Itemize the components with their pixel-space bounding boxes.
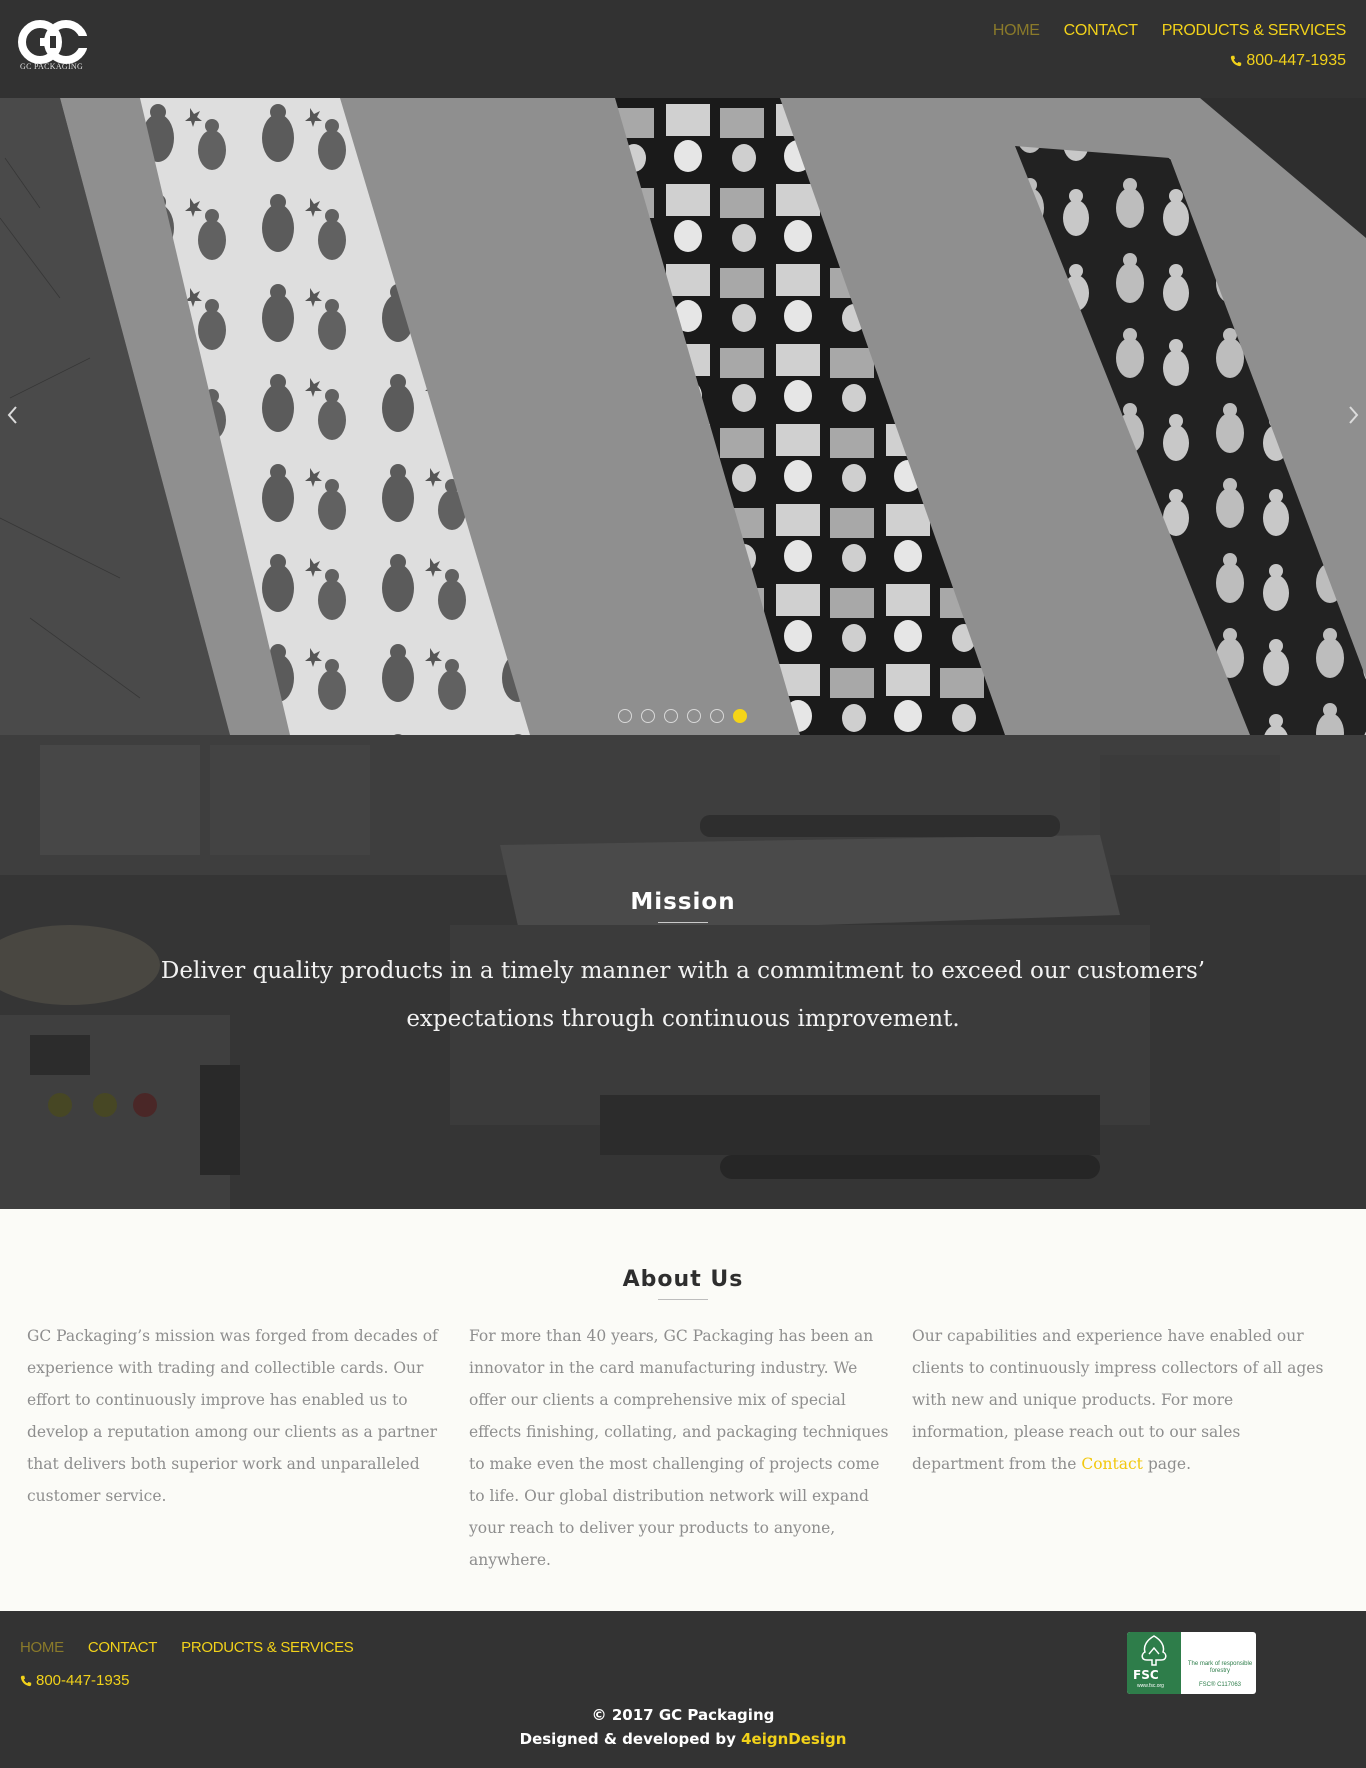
- designer-credit-prefix: Designed & developed by: [519, 1730, 742, 1748]
- designer-credit: Designed & developed by 4eignDesign: [0, 1730, 1366, 1748]
- logo-wordmark: GC PACKAGING: [20, 62, 84, 71]
- site-header: GC PACKAGING HOME CONTACT PRODUCTS & SER…: [0, 0, 1366, 98]
- header-phone-link[interactable]: 800-447-1935: [1230, 52, 1346, 70]
- footer-nav-products-services[interactable]: PRODUCTS & SERVICES: [181, 1639, 354, 1656]
- mission-statement: Deliver quality products in a timely man…: [160, 958, 1206, 1032]
- mission-heading: Mission: [630, 889, 736, 915]
- copyright-text: © 2017 GC Packaging: [591, 1706, 775, 1724]
- about-column-2: For more than 40 years, GC Packaging has…: [469, 1327, 889, 1569]
- nav-contact[interactable]: CONTACT: [1064, 22, 1138, 40]
- slider-dot-3[interactable]: [664, 709, 678, 723]
- fsc-tree-icon: [1141, 1635, 1167, 1666]
- about-column-3-text: Our capabilities and experience have ena…: [912, 1327, 1324, 1473]
- footer-nav: HOME CONTACT PRODUCTS & SERVICES: [20, 1639, 354, 1656]
- chevron-left-icon[interactable]: [2, 398, 22, 432]
- slider-dot-2[interactable]: [641, 709, 655, 723]
- phone-icon: [20, 1675, 32, 1686]
- nav-home[interactable]: HOME: [993, 22, 1040, 40]
- designer-credit-link[interactable]: 4eignDesign: [741, 1730, 846, 1748]
- slider-dot-1[interactable]: [618, 709, 632, 723]
- slider-dot-6[interactable]: [733, 709, 747, 723]
- chevron-right-icon[interactable]: [1344, 398, 1364, 432]
- about-heading: About Us: [622, 1267, 744, 1292]
- fsc-tagline: The mark of responsible forestry: [1187, 1661, 1253, 1674]
- fsc-logo-panel: FSC www.fsc.org: [1127, 1632, 1181, 1694]
- header-phone-number: 800-447-1935: [1246, 52, 1346, 69]
- main-nav: HOME CONTACT PRODUCTS & SERVICES: [993, 22, 1346, 40]
- phone-icon: [1231, 55, 1242, 67]
- mission-heading-underline: [658, 922, 708, 923]
- fsc-license-code: FSC® C117063: [1199, 1682, 1241, 1688]
- about-column-3-tail: page.: [1142, 1455, 1192, 1473]
- about-column-1: GC Packaging’s mission was forged from d…: [27, 1327, 438, 1505]
- footer-phone-number: 800-447-1935: [36, 1672, 130, 1689]
- footer-phone-link[interactable]: 800-447-1935: [20, 1672, 129, 1689]
- slider-dot-5[interactable]: [710, 709, 724, 723]
- about-column-3: Our capabilities and experience have ena…: [912, 1320, 1332, 1480]
- slider-dots: [618, 709, 747, 723]
- about-section: About Us GC Packaging’s mission was forg…: [0, 1209, 1366, 1611]
- about-contact-link[interactable]: Contact: [1081, 1455, 1143, 1473]
- site-footer: HOME CONTACT PRODUCTS & SERVICES 800-447…: [0, 1611, 1366, 1768]
- footer-nav-home[interactable]: HOME: [20, 1639, 64, 1656]
- slider-dot-4[interactable]: [687, 709, 701, 723]
- about-heading-underline: [658, 1299, 708, 1300]
- hero-slide-image: [0, 98, 1366, 735]
- fsc-logo-site: www.fsc.org: [1137, 1683, 1164, 1689]
- fsc-logo-word: FSC: [1133, 1668, 1159, 1682]
- fsc-certification-logo: FSC www.fsc.org The mark of responsible …: [1127, 1632, 1256, 1694]
- hero-slider: [0, 98, 1366, 735]
- mission-section: Mission Deliver quality products in a ti…: [0, 735, 1366, 1209]
- footer-nav-contact[interactable]: CONTACT: [88, 1639, 158, 1656]
- nav-products-services[interactable]: PRODUCTS & SERVICES: [1162, 22, 1347, 40]
